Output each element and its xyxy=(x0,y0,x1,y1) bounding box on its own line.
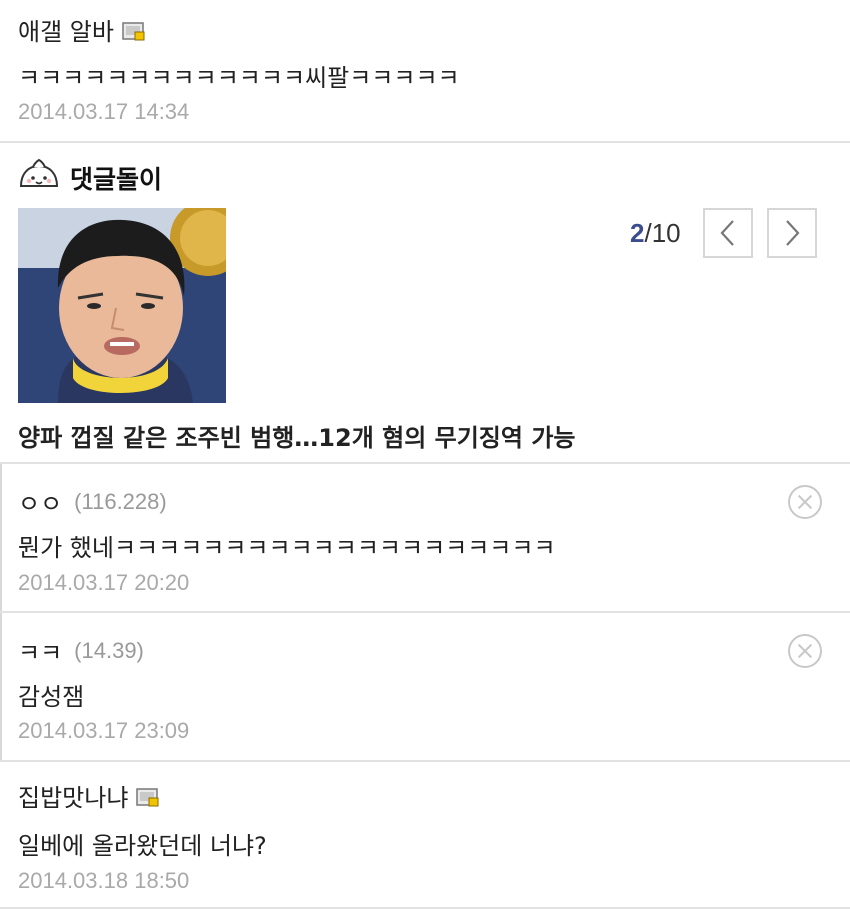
divider xyxy=(0,141,850,143)
author-name: ㅇㅇ xyxy=(18,490,63,518)
comment-author[interactable]: ㅇㅇ (116.228) xyxy=(18,484,167,519)
bot-label: 댓글돌이 xyxy=(70,165,163,194)
comment-date: 2014.03.17 20:20 xyxy=(18,570,190,595)
comment-date: 2014.03.17 14:34 xyxy=(18,99,190,124)
comment-bot-header: 댓글돌이 xyxy=(18,158,162,198)
author-name: 집밥맛나냐 xyxy=(18,784,129,812)
divider xyxy=(0,907,850,909)
comment-author[interactable]: 애갤 알바 xyxy=(18,12,146,47)
memo-icon xyxy=(136,786,160,806)
author-name: 애갤 알바 xyxy=(18,18,114,46)
next-button[interactable] xyxy=(767,208,817,258)
comment-item: 집밥맛나냐 일베에 올라왔던데 너냐? 2014.03.18 18:50 xyxy=(0,762,850,910)
news-photo xyxy=(18,208,226,403)
pager-total: /10 xyxy=(644,218,681,248)
comment-text: 일베에 올라왔던데 너냐? xyxy=(18,832,267,860)
chevron-left-icon xyxy=(720,220,734,246)
pager-current: 2 xyxy=(630,218,645,248)
author-name: ㅋㅋ xyxy=(18,639,63,667)
comment-item: 애갤 알바 ㅋㅋㅋㅋㅋㅋㅋㅋㅋㅋㅋㅋㅋ씨팔ㅋㅋㅋㅋㅋ 2014.03.17 14… xyxy=(0,0,850,140)
pager: 2/10 xyxy=(630,218,681,249)
comment-text: 감성잼 xyxy=(18,683,85,711)
news-headline[interactable]: 양파 껍질 같은 조주빈 범행…12개 혐의 무기징역 가능 xyxy=(18,418,576,453)
delete-button[interactable] xyxy=(788,485,822,519)
comment-date: 2014.03.18 18:50 xyxy=(18,868,190,893)
comment-item: ㅇㅇ (116.228) 뭔가 했네ㅋㅋㅋㅋㅋㅋㅋㅋㅋㅋㅋㅋㅋㅋㅋㅋㅋㅋㅋㅋ 2… xyxy=(0,464,850,612)
author-ip: (14.39) xyxy=(74,637,144,663)
chevron-right-icon xyxy=(786,220,800,246)
author-ip: (116.228) xyxy=(74,488,167,514)
comment-author[interactable]: ㅋㅋ (14.39) xyxy=(18,633,144,668)
prev-button[interactable] xyxy=(703,208,753,258)
comment-text: 뭔가 했네ㅋㅋㅋㅋㅋㅋㅋㅋㅋㅋㅋㅋㅋㅋㅋㅋㅋㅋㅋㅋ xyxy=(18,534,556,562)
memo-icon xyxy=(122,20,146,40)
comment-item: ㅋㅋ (14.39) 감성잼 2014.03.17 23:09 xyxy=(0,613,850,760)
comment-date: 2014.03.17 23:09 xyxy=(18,718,190,743)
delete-button[interactable] xyxy=(788,634,822,668)
comment-text: ㅋㅋㅋㅋㅋㅋㅋㅋㅋㅋㅋㅋㅋ씨팔ㅋㅋㅋㅋㅋ xyxy=(18,64,460,92)
news-thumbnail[interactable] xyxy=(18,208,226,403)
dumpling-icon xyxy=(18,158,60,198)
comment-author[interactable]: 집밥맛나냐 xyxy=(18,778,160,813)
